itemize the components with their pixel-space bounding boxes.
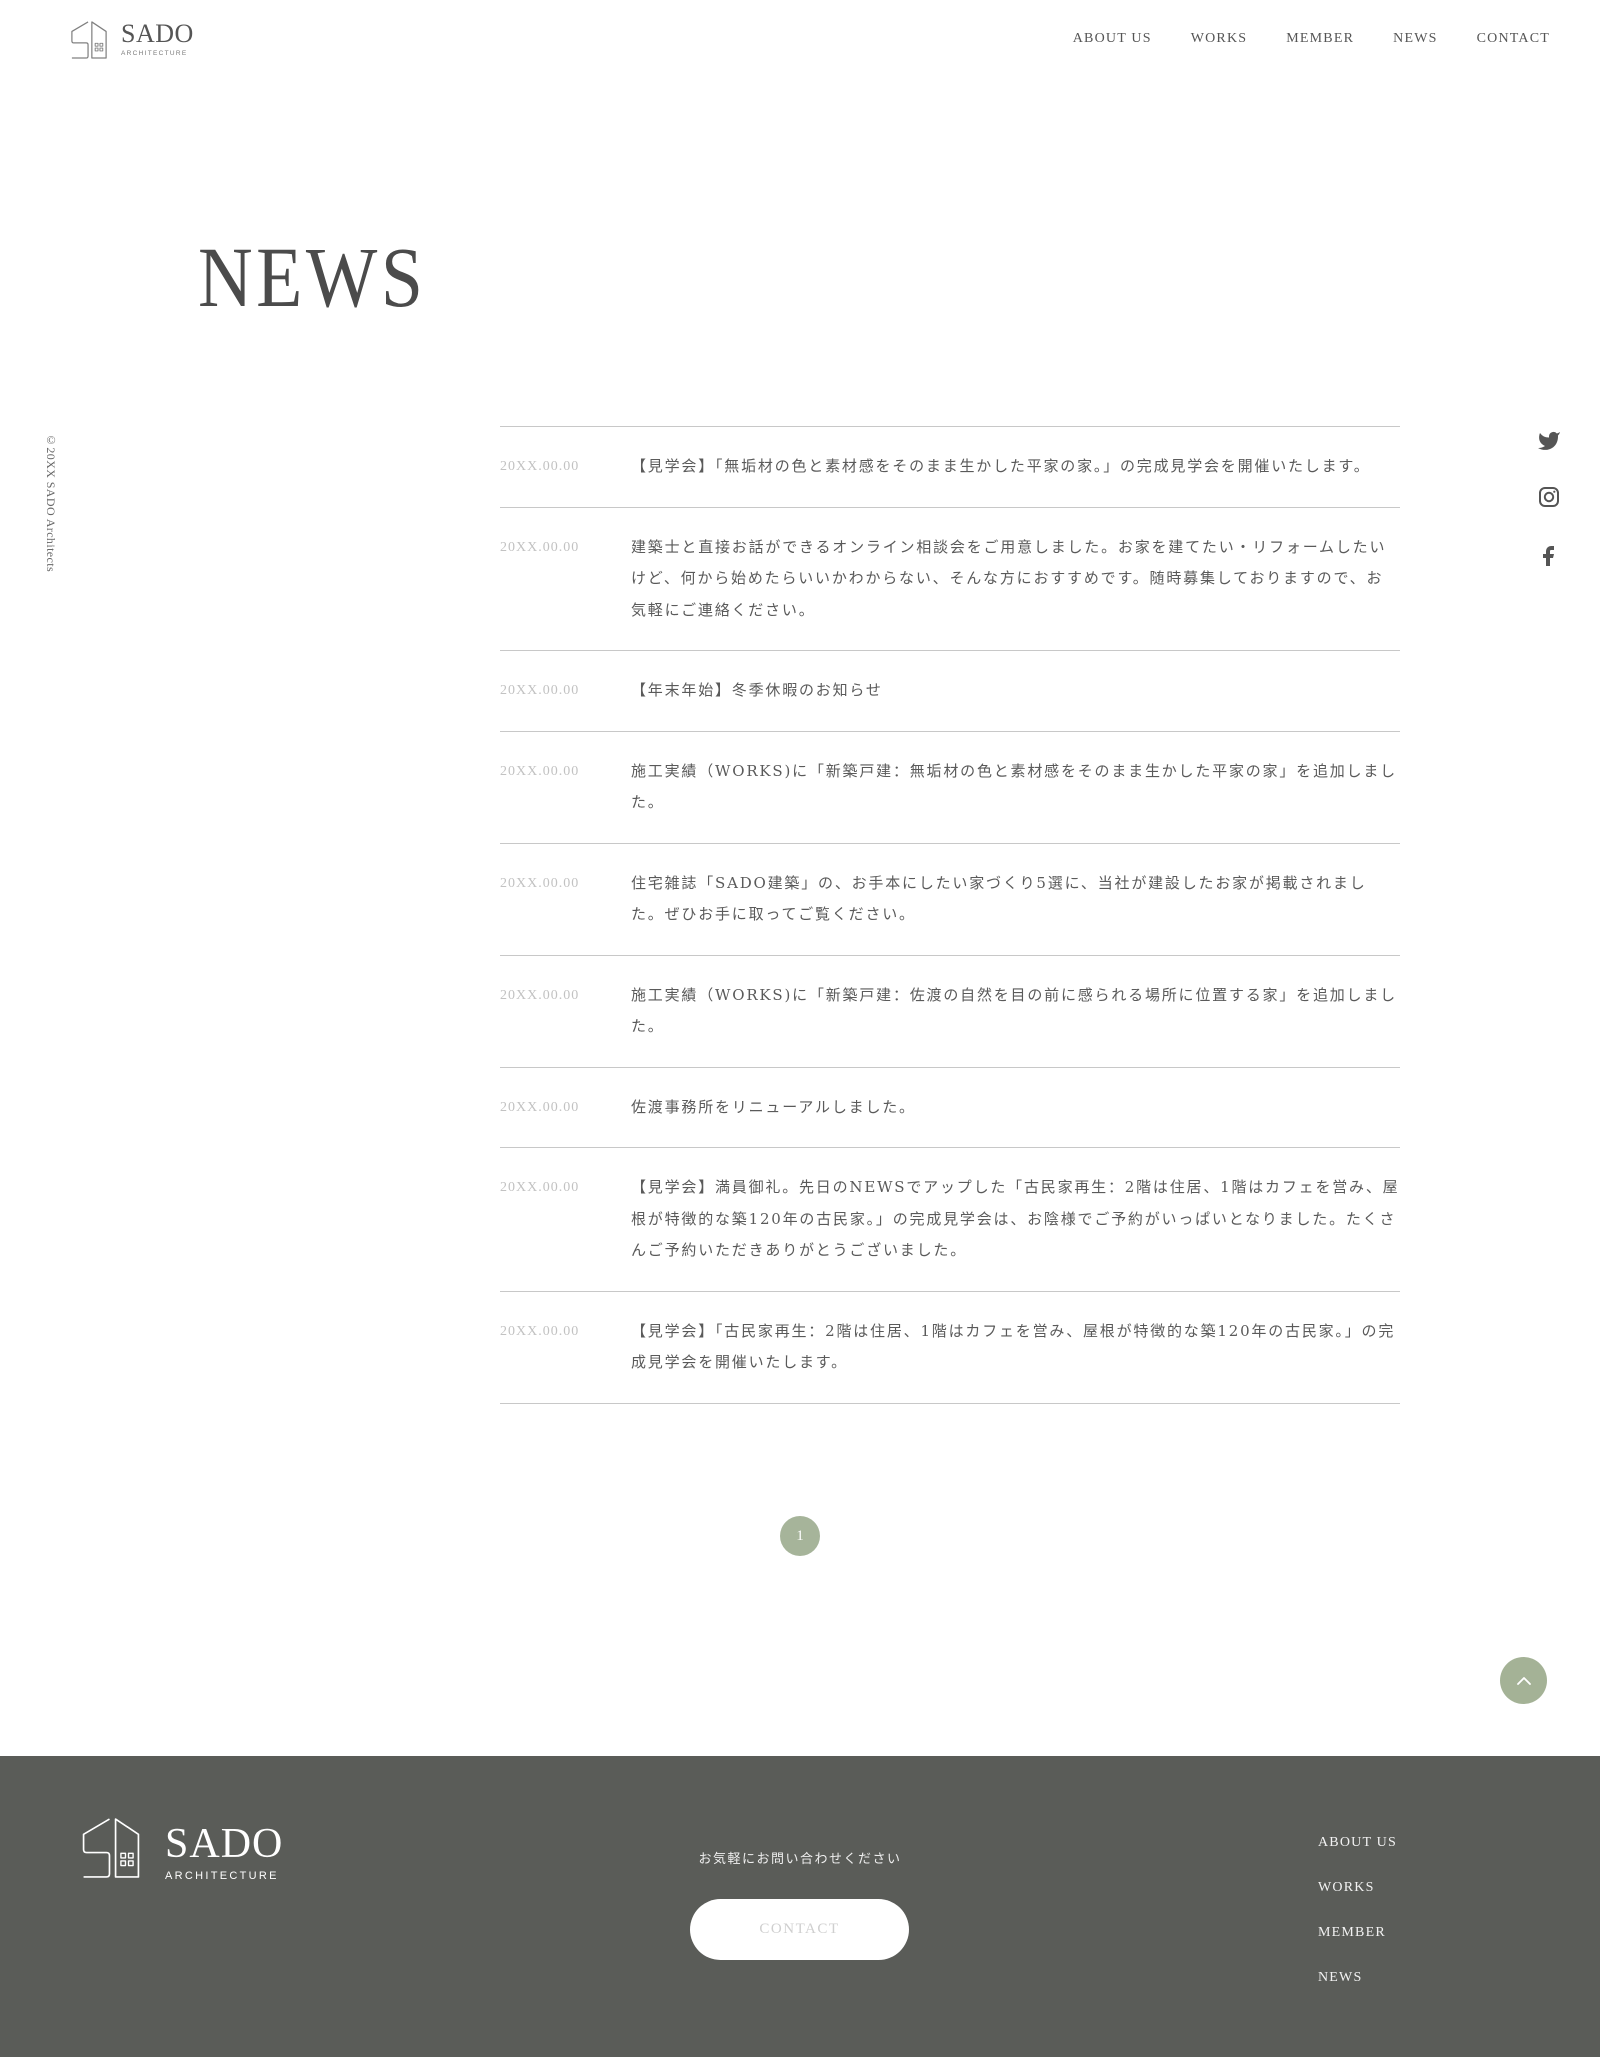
news-item[interactable]: 20XX.00.00 施工実績（WORKS)に「新築戸建：無垢材の色と素材感をそ… bbox=[500, 732, 1400, 844]
site-footer: SADO ARCHITECTURE お気軽にお問い合わせください CONTACT… bbox=[0, 1756, 1600, 2057]
news-text: 施工実績（WORKS)に「新築戸建：佐渡の自然を目の前に感られる場所に位置する家… bbox=[631, 985, 1397, 1036]
news-date: 20XX.00.00 bbox=[500, 987, 580, 1003]
footer-nav-about-us[interactable]: ABOUT US bbox=[1318, 1834, 1397, 1852]
facebook-link[interactable] bbox=[1537, 544, 1561, 568]
news-list: 20XX.00.00 【見学会】「無垢材の色と素材感をそのまま生かした平家の家。… bbox=[500, 426, 1400, 1404]
news-item[interactable]: 20XX.00.00 住宅雑誌「SADO建築」の、お手本にしたい家づくり5選に、… bbox=[500, 844, 1400, 956]
twitter-link[interactable] bbox=[1537, 429, 1561, 453]
nav-contact[interactable]: CONTACT bbox=[1477, 30, 1550, 48]
instagram-icon bbox=[1539, 487, 1559, 507]
facebook-icon bbox=[1543, 546, 1554, 566]
news-date: 20XX.00.00 bbox=[500, 763, 580, 779]
news-item[interactable]: 20XX.00.00 【見学会】「無垢材の色と素材感をそのまま生かした平家の家。… bbox=[500, 427, 1400, 508]
news-text: 佐渡事務所をリニューアルしました。 bbox=[631, 1097, 916, 1116]
news-date: 20XX.00.00 bbox=[500, 1180, 580, 1195]
footer-nav-member[interactable]: MEMBER bbox=[1318, 1924, 1397, 1942]
footer-logo-sub: ARCHITECTURE bbox=[165, 1870, 279, 1882]
house-logo-icon bbox=[71, 21, 107, 59]
header-logo-text: SADO ARCHITECTURE bbox=[121, 19, 194, 58]
global-nav: ABOUT US WORKS MEMBER NEWS CONTACT bbox=[1073, 30, 1550, 48]
news-text: 建築士と直接お話ができるオンライン相談会をご用意しました。お家を建てたい・リフォ… bbox=[631, 537, 1387, 619]
header-logo[interactable]: SADO ARCHITECTURE bbox=[70, 20, 194, 60]
twitter-icon bbox=[1538, 431, 1560, 450]
page-title: NEWS bbox=[198, 229, 427, 325]
side-copyright: ©20XX SADO Architects bbox=[44, 433, 58, 573]
news-text: 【見学会】「無垢材の色と素材感をそのまま生かした平家の家。」の完成見学会を開催い… bbox=[631, 457, 1371, 475]
contact-button[interactable]: CONTACT bbox=[690, 1899, 909, 1960]
news-item[interactable]: 20XX.00.00 【見学会】「古民家再生：2階は住居、1階はカフェを営み、屋… bbox=[500, 1292, 1400, 1404]
nav-member[interactable]: MEMBER bbox=[1286, 30, 1354, 48]
news-date: 20XX.00.00 bbox=[500, 459, 580, 474]
news-date: 20XX.00.00 bbox=[500, 875, 580, 891]
news-date: 20XX.00.00 bbox=[500, 1099, 580, 1115]
news-text: 住宅雑誌「SADO建築」の、お手本にしたい家づくり5選に、当社が建設したお家が掲… bbox=[631, 873, 1367, 924]
pagination-current-page[interactable]: 1 bbox=[780, 1516, 820, 1556]
logo-sub: ARCHITECTURE bbox=[121, 50, 188, 57]
news-text: 【年末年始】冬季休暇のお知らせ bbox=[631, 681, 883, 699]
logo-name: SADO bbox=[121, 19, 194, 48]
nav-about-us[interactable]: ABOUT US bbox=[1073, 30, 1152, 48]
news-item[interactable]: 20XX.00.00 施工実績（WORKS)に「新築戸建：佐渡の自然を目の前に感… bbox=[500, 956, 1400, 1068]
house-logo-icon[interactable] bbox=[80, 1816, 142, 1880]
chevron-up-icon bbox=[1516, 1676, 1531, 1685]
news-item[interactable]: 20XX.00.00 【見学会】満員御礼。先日のNEWSでアップした「古民家再生… bbox=[500, 1148, 1400, 1292]
nav-news[interactable]: NEWS bbox=[1393, 30, 1437, 48]
nav-works[interactable]: WORKS bbox=[1191, 30, 1248, 48]
news-date: 20XX.00.00 bbox=[500, 683, 580, 698]
news-text: 【見学会】満員御礼。先日のNEWSでアップした「古民家再生：2階は住居、1階はカ… bbox=[631, 1178, 1400, 1259]
footer-nav: ABOUT US WORKS MEMBER NEWS bbox=[1318, 1834, 1397, 1987]
news-item[interactable]: 20XX.00.00 佐渡事務所をリニューアルしました。 bbox=[500, 1068, 1400, 1148]
news-item[interactable]: 20XX.00.00 建築士と直接お話ができるオンライン相談会をご用意しました。… bbox=[500, 508, 1400, 651]
news-date: 20XX.00.00 bbox=[500, 1323, 580, 1339]
news-item[interactable]: 20XX.00.00 【年末年始】冬季休暇のお知らせ bbox=[500, 651, 1400, 732]
back-to-top-button[interactable] bbox=[1500, 1657, 1547, 1704]
news-date: 20XX.00.00 bbox=[500, 539, 580, 555]
footer-nav-news[interactable]: NEWS bbox=[1318, 1969, 1397, 1987]
news-text: 【見学会】「古民家再生：2階は住居、1階はカフェを営み、屋根が特徴的な築120年… bbox=[631, 1321, 1396, 1372]
footer-nav-works[interactable]: WORKS bbox=[1318, 1879, 1397, 1897]
news-text: 施工実績（WORKS)に「新築戸建：無垢材の色と素材感をそのまま生かした平家の家… bbox=[631, 761, 1397, 812]
instagram-link[interactable] bbox=[1537, 485, 1561, 509]
